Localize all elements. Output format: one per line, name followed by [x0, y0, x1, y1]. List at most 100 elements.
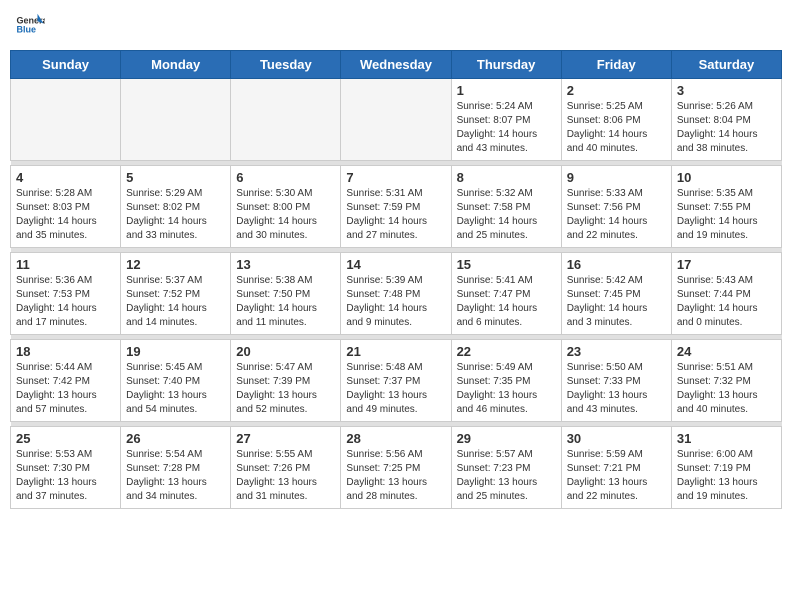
- calendar-day: 17Sunrise: 5:43 AMSunset: 7:44 PMDayligh…: [671, 253, 781, 335]
- day-number: 10: [677, 170, 776, 185]
- calendar-day: 26 Sunrise: 5:54 AMSunset: 7:28 PMDayligh…: [121, 427, 231, 509]
- calendar-day: 2 Sunrise: 5:25 AMSunset: 8:06 PMDaylight…: [561, 79, 671, 161]
- day-number: 18: [16, 344, 115, 359]
- calendar-week-1: 1 Sunrise: 5:24 AMSunset: 8:07 PMDaylight…: [11, 79, 782, 161]
- day-info: Sunrise: 5:35 AMSunset: 7:55 PMDaylight:…: [677, 187, 776, 243]
- calendar-day: 20 Sunrise: 5:47 AMSunset: 7:39 PMDayligh…: [231, 340, 341, 422]
- day-number: 20: [236, 344, 335, 359]
- calendar-day: 16 Sunrise: 5:42 AMSunset: 7:45 PMDayligh…: [561, 253, 671, 335]
- weekday-header-row: SundayMondayTuesdayWednesdayThursdayFrid…: [11, 51, 782, 79]
- calendar-day: 21 Sunrise: 5:48 AMSunset: 7:37 PMDayligh…: [341, 340, 451, 422]
- weekday-sunday: Sunday: [11, 51, 121, 79]
- weekday-saturday: Saturday: [671, 51, 781, 79]
- day-number: 1: [457, 83, 556, 98]
- day-number: 17: [677, 257, 776, 272]
- day-number: 8: [457, 170, 556, 185]
- calendar-table: SundayMondayTuesdayWednesdayThursdayFrid…: [10, 50, 782, 509]
- calendar-day: 15 Sunrise: 5:41 AMSunset: 7:47 PMDayligh…: [451, 253, 561, 335]
- day-info: Sunrise: 5:48 AMSunset: 7:37 PMDaylight:…: [346, 361, 445, 417]
- day-number: 29: [457, 431, 556, 446]
- calendar-day: 19 Sunrise: 5:45 AMSunset: 7:40 PMDayligh…: [121, 340, 231, 422]
- calendar-day: [121, 79, 231, 161]
- calendar-day: 13 Sunrise: 5:38 AMSunset: 7:50 PMDayligh…: [231, 253, 341, 335]
- day-number: 7: [346, 170, 445, 185]
- day-info: Sunrise: 5:30 AMSunset: 8:00 PMDaylight:…: [236, 187, 335, 243]
- day-number: 2: [567, 83, 666, 98]
- day-number: 27: [236, 431, 335, 446]
- calendar-day: 31Sunrise: 6:00 AMSunset: 7:19 PMDayligh…: [671, 427, 781, 509]
- day-number: 24: [677, 344, 776, 359]
- calendar-week-4: 18 Sunrise: 5:44 AMSunset: 7:42 PMDayligh…: [11, 340, 782, 422]
- day-info: Sunrise: 5:54 AMSunset: 7:28 PMDaylight:…: [126, 448, 225, 504]
- calendar-day: 9 Sunrise: 5:33 AMSunset: 7:56 PMDaylight…: [561, 166, 671, 248]
- calendar-day: 25 Sunrise: 5:53 AMSunset: 7:30 PMDayligh…: [11, 427, 121, 509]
- weekday-monday: Monday: [121, 51, 231, 79]
- day-info: Sunrise: 5:55 AMSunset: 7:26 PMDaylight:…: [236, 448, 335, 504]
- calendar-day: [11, 79, 121, 161]
- calendar-day: 8 Sunrise: 5:32 AMSunset: 7:58 PMDaylight…: [451, 166, 561, 248]
- day-number: 4: [16, 170, 115, 185]
- calendar-day: 23 Sunrise: 5:50 AMSunset: 7:33 PMDayligh…: [561, 340, 671, 422]
- calendar-day: 4 Sunrise: 5:28 AMSunset: 8:03 PMDaylight…: [11, 166, 121, 248]
- weekday-friday: Friday: [561, 51, 671, 79]
- day-info: Sunrise: 5:26 AMSunset: 8:04 PMDaylight:…: [677, 100, 776, 156]
- day-info: Sunrise: 5:47 AMSunset: 7:39 PMDaylight:…: [236, 361, 335, 417]
- day-info: Sunrise: 5:59 AMSunset: 7:21 PMDaylight:…: [567, 448, 666, 504]
- day-info: Sunrise: 5:50 AMSunset: 7:33 PMDaylight:…: [567, 361, 666, 417]
- calendar-day: 5 Sunrise: 5:29 AMSunset: 8:02 PMDaylight…: [121, 166, 231, 248]
- day-number: 3: [677, 83, 776, 98]
- logo-icon: General Blue: [15, 10, 45, 40]
- day-number: 30: [567, 431, 666, 446]
- day-number: 16: [567, 257, 666, 272]
- day-info: Sunrise: 5:51 AMSunset: 7:32 PMDaylight:…: [677, 361, 776, 417]
- calendar-day: 18 Sunrise: 5:44 AMSunset: 7:42 PMDayligh…: [11, 340, 121, 422]
- logo: General Blue: [15, 10, 49, 40]
- day-info: Sunrise: 5:32 AMSunset: 7:58 PMDaylight:…: [457, 187, 556, 243]
- day-number: 23: [567, 344, 666, 359]
- calendar-day: 27 Sunrise: 5:55 AMSunset: 7:26 PMDayligh…: [231, 427, 341, 509]
- day-info: Sunrise: 5:29 AMSunset: 8:02 PMDaylight:…: [126, 187, 225, 243]
- calendar-body: 1 Sunrise: 5:24 AMSunset: 8:07 PMDaylight…: [11, 79, 782, 509]
- day-info: Sunrise: 5:38 AMSunset: 7:50 PMDaylight:…: [236, 274, 335, 330]
- svg-text:Blue: Blue: [17, 25, 37, 35]
- day-info: Sunrise: 5:41 AMSunset: 7:47 PMDaylight:…: [457, 274, 556, 330]
- calendar-day: 29Sunrise: 5:57 AMSunset: 7:23 PMDayligh…: [451, 427, 561, 509]
- calendar-day: 6 Sunrise: 5:30 AMSunset: 8:00 PMDaylight…: [231, 166, 341, 248]
- day-info: Sunrise: 5:45 AMSunset: 7:40 PMDaylight:…: [126, 361, 225, 417]
- day-number: 15: [457, 257, 556, 272]
- weekday-thursday: Thursday: [451, 51, 561, 79]
- day-number: 19: [126, 344, 225, 359]
- day-info: Sunrise: 5:42 AMSunset: 7:45 PMDaylight:…: [567, 274, 666, 330]
- day-info: Sunrise: 5:33 AMSunset: 7:56 PMDaylight:…: [567, 187, 666, 243]
- calendar-day: 7Sunrise: 5:31 AMSunset: 7:59 PMDaylight…: [341, 166, 451, 248]
- day-number: 26: [126, 431, 225, 446]
- calendar-day: 14 Sunrise: 5:39 AMSunset: 7:48 PMDayligh…: [341, 253, 451, 335]
- day-info: Sunrise: 5:28 AMSunset: 8:03 PMDaylight:…: [16, 187, 115, 243]
- calendar-week-3: 11 Sunrise: 5:36 AMSunset: 7:53 PMDayligh…: [11, 253, 782, 335]
- day-info: Sunrise: 5:56 AMSunset: 7:25 PMDaylight:…: [346, 448, 445, 504]
- calendar-week-5: 25 Sunrise: 5:53 AMSunset: 7:30 PMDayligh…: [11, 427, 782, 509]
- day-info: Sunrise: 5:24 AMSunset: 8:07 PMDaylight:…: [457, 100, 556, 156]
- day-number: 13: [236, 257, 335, 272]
- day-number: 22: [457, 344, 556, 359]
- day-info: Sunrise: 5:25 AMSunset: 8:06 PMDaylight:…: [567, 100, 666, 156]
- calendar-day: 11 Sunrise: 5:36 AMSunset: 7:53 PMDayligh…: [11, 253, 121, 335]
- day-info: Sunrise: 5:36 AMSunset: 7:53 PMDaylight:…: [16, 274, 115, 330]
- calendar-day: 10 Sunrise: 5:35 AMSunset: 7:55 PMDayligh…: [671, 166, 781, 248]
- day-info: Sunrise: 5:49 AMSunset: 7:35 PMDaylight:…: [457, 361, 556, 417]
- day-number: 31: [677, 431, 776, 446]
- day-info: Sunrise: 5:53 AMSunset: 7:30 PMDaylight:…: [16, 448, 115, 504]
- day-number: 14: [346, 257, 445, 272]
- day-number: 21: [346, 344, 445, 359]
- day-number: 25: [16, 431, 115, 446]
- calendar-day: 24 Sunrise: 5:51 AMSunset: 7:32 PMDayligh…: [671, 340, 781, 422]
- day-number: 5: [126, 170, 225, 185]
- day-number: 12: [126, 257, 225, 272]
- day-number: 11: [16, 257, 115, 272]
- day-info: Sunrise: 5:44 AMSunset: 7:42 PMDaylight:…: [16, 361, 115, 417]
- day-number: 6: [236, 170, 335, 185]
- day-number: 28: [346, 431, 445, 446]
- day-info: Sunrise: 5:39 AMSunset: 7:48 PMDaylight:…: [346, 274, 445, 330]
- day-number: 9: [567, 170, 666, 185]
- calendar-day: 28 Sunrise: 5:56 AMSunset: 7:25 PMDayligh…: [341, 427, 451, 509]
